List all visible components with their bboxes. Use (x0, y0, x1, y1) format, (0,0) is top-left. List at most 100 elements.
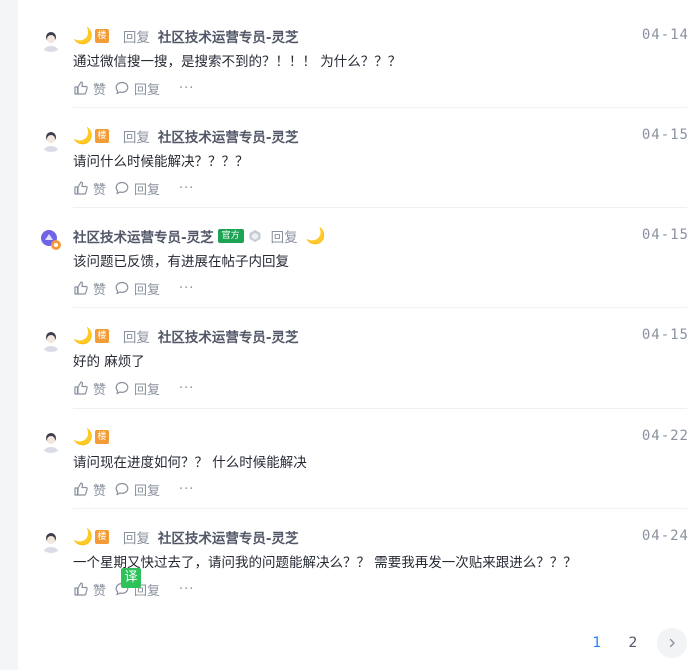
like-label: 赞 (93, 483, 107, 499)
comment-bubble-icon (115, 482, 129, 496)
comment-bubble-icon (115, 381, 129, 395)
divider (73, 207, 687, 208)
comment-header: 🌙 楼 (73, 425, 123, 449)
comment-content: 好的 麻烦了 (73, 354, 145, 370)
reply-word: 回复 (122, 30, 150, 46)
level-icon (248, 229, 262, 243)
comment-bubble-icon (115, 181, 129, 195)
reply-word: 回复 (122, 130, 150, 146)
comment-item: 🌙 楼 回复 社区技术运营专员-灵芝 04-14 通过微信搜一搜，是搜索不到的？… (18, 7, 697, 107)
more-icon[interactable]: ··· (179, 582, 194, 597)
page-1-link[interactable]: 1 (579, 635, 615, 651)
like-label: 赞 (93, 583, 107, 599)
comment-bubble-icon (115, 281, 129, 295)
like-button[interactable]: 赞 (73, 79, 106, 98)
user-avatar[interactable] (39, 529, 63, 553)
more-icon[interactable]: ··· (179, 181, 194, 196)
comment-content: 该问题已反馈，有进展在帖子内回复 (73, 254, 289, 270)
floor-badge: 楼 (94, 29, 109, 43)
reply-label: 回复 (134, 82, 161, 98)
comment-actions: 赞 回复 ··· (73, 279, 194, 298)
floor-badge: 楼 (94, 430, 109, 444)
next-page-button[interactable] (657, 628, 687, 658)
comment-date: 04-15 (641, 327, 689, 343)
more-icon[interactable]: ··· (179, 81, 194, 96)
official-avatar[interactable] (39, 228, 63, 252)
like-label: 赞 (93, 82, 107, 98)
like-label: 赞 (93, 182, 107, 198)
comment-bubble-icon (115, 81, 129, 95)
reply-word: 回复 (122, 531, 150, 547)
moon-icon: 🌙 (73, 527, 93, 546)
reply-button[interactable]: 回复 (114, 480, 160, 499)
comment-content: 通过微信搜一搜，是搜索不到的？！！！ 为什么？？？ (73, 54, 402, 70)
like-label: 赞 (93, 382, 107, 398)
comment-content: 请问什么时候能解决？？？？ (73, 154, 249, 170)
reply-target-link[interactable]: 社区技术运营专员-灵芝 (158, 126, 299, 146)
thumbs-up-icon (74, 81, 88, 95)
page-2-link[interactable]: 2 (615, 635, 651, 651)
comment-header: 🌙 楼 回复 社区技术运营专员-灵芝 (73, 525, 299, 549)
user-avatar[interactable] (39, 128, 63, 152)
more-icon[interactable]: ··· (179, 381, 194, 396)
floor-badge: 楼 (94, 329, 109, 343)
like-button[interactable]: 赞 (73, 279, 106, 298)
floor-badge: 楼 (94, 530, 109, 544)
user-avatar[interactable] (39, 328, 63, 352)
reply-label: 回复 (134, 282, 161, 298)
translate-button[interactable]: 译 (121, 568, 141, 588)
user-avatar[interactable] (39, 28, 63, 52)
pagination: 1 2 (579, 628, 687, 658)
thumbs-up-icon (74, 181, 88, 195)
moon-icon: 🌙 (73, 326, 93, 345)
divider (73, 307, 687, 308)
reply-button[interactable]: 回复 (114, 279, 160, 298)
reply-label: 回复 (134, 382, 161, 398)
comment-date: 04-14 (641, 27, 689, 43)
comment-content: 请问现在进度如何？？ 什么时候能解决 (73, 455, 307, 471)
comment-panel: 🌙 楼 回复 社区技术运营专员-灵芝 04-14 通过微信搜一搜，是搜索不到的？… (18, 0, 697, 670)
like-label: 赞 (93, 282, 107, 298)
author-link[interactable]: 社区技术运营专员-灵芝 (73, 226, 214, 246)
comment-date: 04-15 (641, 227, 689, 243)
like-button[interactable]: 赞 (73, 379, 106, 398)
comment-date: 04-15 (641, 127, 689, 143)
divider (73, 408, 687, 409)
floor-badge: 楼 (94, 129, 109, 143)
moon-icon: 🌙 (73, 427, 93, 446)
comment-item: 🌙 楼 回复 社区技术运营专员-灵芝 04-15 请问什么时候能解决？？？？ 赞… (18, 107, 697, 207)
reply-target-link[interactable]: 社区技术运营专员-灵芝 (158, 26, 299, 46)
reply-button[interactable]: 回复 (114, 179, 160, 198)
like-button[interactable]: 赞 (73, 580, 106, 599)
reply-button[interactable]: 回复 (114, 79, 160, 98)
thumbs-up-icon (74, 281, 88, 295)
more-icon[interactable]: ··· (179, 281, 194, 296)
thumbs-up-icon (74, 381, 88, 395)
comment-actions: 赞 回复 ··· (73, 379, 194, 398)
comment-item: 🌙 楼 回复 社区技术运营专员-灵芝 04-24 一个星期又快过去了，请问我的问… (18, 508, 697, 608)
reply-word: 回复 (122, 330, 150, 346)
comment-actions: 赞 回复 ··· (73, 79, 194, 98)
comment-actions: 赞 回复 ··· (73, 179, 194, 198)
reply-target-link[interactable]: 社区技术运营专员-灵芝 (158, 326, 299, 346)
chevron-right-icon (669, 638, 675, 648)
reply-target-link[interactable]: 社区技术运营专员-灵芝 (158, 527, 299, 547)
reply-label: 回复 (134, 483, 161, 499)
like-button[interactable]: 赞 (73, 179, 106, 198)
user-avatar[interactable] (39, 429, 63, 453)
thumbs-up-icon (74, 582, 88, 596)
reply-label: 回复 (134, 182, 161, 198)
comment-item: 🌙 楼 回复 社区技术运营专员-灵芝 04-15 好的 麻烦了 赞 回复 ··· (18, 307, 697, 407)
reply-button[interactable]: 回复 (114, 379, 160, 398)
comment-date: 04-24 (641, 528, 689, 544)
more-icon[interactable]: ··· (179, 482, 194, 497)
divider (73, 508, 687, 509)
comment-content: 一个星期又快过去了，请问我的问题能解决么？？ 需要我再发一次贴来跟进么？？？ (73, 555, 577, 571)
moon-icon: 🌙 (73, 26, 93, 45)
moon-icon: 🌙 (305, 226, 326, 245)
thumbs-up-icon (74, 482, 88, 496)
comment-header: 🌙 楼 回复 社区技术运营专员-灵芝 (73, 324, 299, 348)
divider (73, 107, 687, 108)
comment-header: 社区技术运营专员-灵芝 官方 回复 🌙 (73, 224, 328, 248)
like-button[interactable]: 赞 (73, 480, 106, 499)
